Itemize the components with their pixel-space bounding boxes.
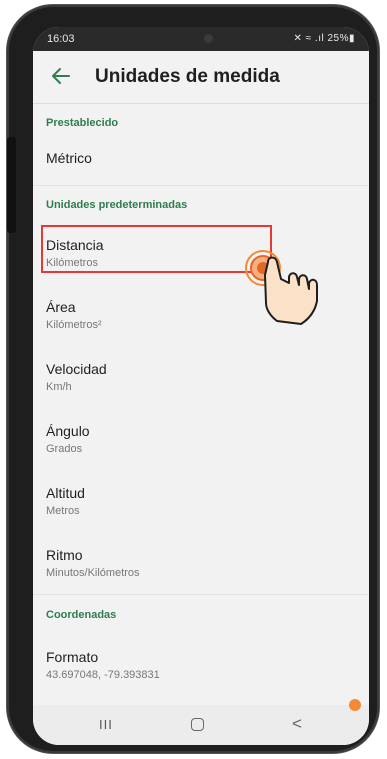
- item-value: Metros: [46, 505, 80, 517]
- side-button: [7, 137, 16, 233]
- home-button[interactable]: [191, 718, 204, 731]
- status-icons: ✕ ≈ .ıl 25%▮: [293, 33, 355, 44]
- item-value: Kilómetros²: [46, 319, 102, 331]
- app-bar: Unidades de medida: [33, 51, 369, 104]
- section-header-coords: Coordenadas: [46, 609, 117, 621]
- section-header-preset: Prestablecido: [46, 117, 119, 129]
- item-value: 43.697048, -79.393831: [46, 669, 160, 681]
- divider: [33, 594, 369, 595]
- front-camera: [204, 34, 213, 43]
- item-title: Formato: [46, 649, 99, 665]
- preset-value: Métrico: [46, 150, 92, 166]
- item-title: Velocidad: [46, 361, 107, 377]
- system-nav-bar: III <: [33, 699, 369, 745]
- item-title: Área: [46, 299, 76, 315]
- divider: [33, 185, 369, 186]
- tap-indicator-dot: [349, 699, 361, 711]
- item-title: Ángulo: [46, 423, 90, 439]
- item-title: Ritmo: [46, 547, 83, 563]
- status-bar: 16:03 ✕ ≈ .ıl 25%▮: [33, 27, 369, 51]
- highlight-box: [41, 225, 272, 273]
- nav-back-button[interactable]: <: [292, 714, 302, 734]
- item-value: Km/h: [46, 381, 72, 393]
- page-title: Unidades de medida: [95, 66, 280, 87]
- section-header-defaults: Unidades predeterminadas: [46, 199, 188, 211]
- item-value: Minutos/Kilómetros: [46, 567, 140, 579]
- tap-hand-icon: [245, 250, 318, 325]
- status-time: 16:03: [47, 33, 75, 45]
- item-value: Grados: [46, 443, 83, 455]
- recents-button[interactable]: III: [99, 717, 113, 732]
- arrow-left-icon[interactable]: [49, 64, 73, 88]
- phone-frame: 16:03 ✕ ≈ .ıl 25%▮ Unidades de medida Pr…: [7, 5, 379, 753]
- screen: 16:03 ✕ ≈ .ıl 25%▮ Unidades de medida Pr…: [33, 27, 369, 745]
- item-title: Altitud: [46, 485, 85, 501]
